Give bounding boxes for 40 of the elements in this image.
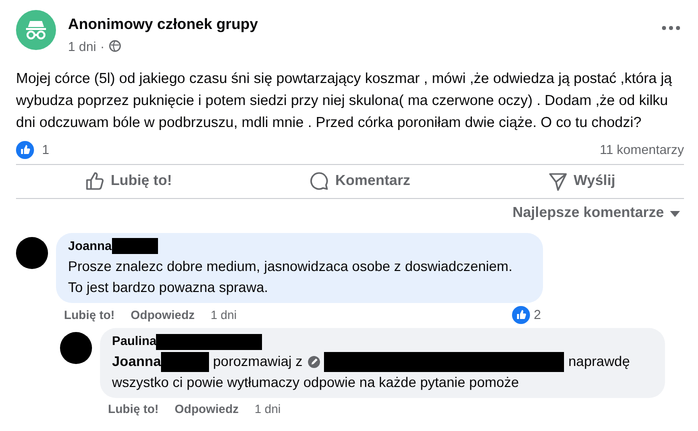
send-button[interactable]: Wyślij <box>548 170 616 192</box>
mention-link[interactable]: Joanna <box>112 353 162 369</box>
sort-dropdown[interactable]: Najlepsze komentarze <box>512 203 680 225</box>
comment-button[interactable]: Komentarz <box>309 170 410 192</box>
comment-text: porozmawiaj z <box>213 353 302 369</box>
speech-bubble-icon <box>309 171 330 192</box>
user-avatar[interactable] <box>16 237 48 269</box>
comment-text: To jest bardzo powazna sprawa. <box>68 278 268 295</box>
comment-text: wszystko ci powie wytłumaczy odpowie na każde pytanie pomoże <box>112 374 519 390</box>
comment-text: naprawdę <box>568 353 630 369</box>
commenter-name[interactable]: Paulina <box>112 332 156 351</box>
reply-link[interactable]: Odpowiedz <box>130 306 195 324</box>
more-icon <box>662 26 680 30</box>
like-button[interactable]: Lubię to! <box>84 170 172 192</box>
like-link[interactable]: Lubię to! <box>64 306 115 324</box>
reply-link[interactable]: Odpowiedz <box>174 400 239 418</box>
comment-time: 1 dni <box>210 306 237 324</box>
post-text: Mojej córce (5l) od jakiego czasu śni się powtarzający koszmar , mówi ,że odwiedza ją postać ,która ją wybudza poprzez puknięcie i potem siedzi przy niej skulona( ma czerwone oczy) . Dodam ,że od kilku dni odczuwam bóle w podbrzuszu, mdli mnie . Przed córka poroniłam dwie ciąże. O co tu chodzi? <box>16 70 673 133</box>
caret-icon <box>670 211 680 218</box>
author-name[interactable]: Anonimowy członek grupy <box>68 14 654 36</box>
redaction-bar <box>161 352 210 372</box>
pencil-icon <box>308 356 320 368</box>
redaction-bar <box>112 238 158 254</box>
commenter-name[interactable]: Joanna <box>68 237 112 256</box>
more-options-button[interactable] <box>662 26 680 30</box>
comment-time: 1 dni <box>254 401 281 418</box>
like-reaction-icon <box>512 306 530 324</box>
incognito-icon <box>23 19 49 41</box>
post-time[interactable]: 1 dni <box>68 36 96 56</box>
globe-icon <box>108 40 121 52</box>
reaction-count: 2 <box>534 306 541 324</box>
user-avatar[interactable] <box>60 332 92 364</box>
send-icon <box>548 171 568 192</box>
like-link[interactable]: Lubię to! <box>108 400 159 418</box>
like-reaction-icon <box>16 140 34 159</box>
comment-text: Prosze znalezc dobre medium, jasnowidzaca osobe z doswiadczeniem. <box>68 258 512 274</box>
separator-dot: · <box>100 38 105 56</box>
thumbs-up-icon <box>84 171 105 192</box>
like-count[interactable]: 1 <box>42 140 50 160</box>
comment-count[interactable]: 11 komentarzy <box>600 140 684 160</box>
